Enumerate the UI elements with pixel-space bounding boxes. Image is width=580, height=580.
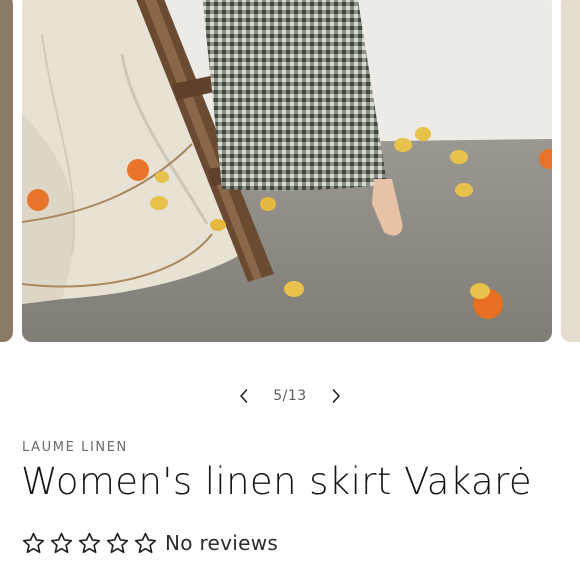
product-rating[interactable]: No reviews	[21, 528, 278, 558]
star-outline-icon	[50, 532, 73, 553]
reviews-count-link[interactable]: No reviews	[165, 531, 278, 555]
star-outline-icon	[22, 532, 45, 553]
star-outline-icon	[134, 532, 157, 553]
star-outline-icon	[106, 532, 129, 553]
star-outline-icon	[78, 532, 101, 553]
chevron-right-icon	[332, 389, 340, 403]
previous-slide-button[interactable]	[228, 380, 260, 412]
next-slide-peek[interactable]	[561, 0, 580, 342]
gallery-pagination: 5/13	[0, 380, 580, 412]
rating-stars	[21, 531, 158, 556]
next-slide-button[interactable]	[320, 380, 352, 412]
chevron-left-icon	[240, 389, 248, 403]
product-vendor: LAUME LINEN	[22, 440, 128, 455]
product-title: Women's linen skirt Vakarė	[21, 460, 533, 503]
product-image-gallery[interactable]	[0, 0, 580, 342]
product-image[interactable]	[22, 0, 552, 342]
previous-slide-peek[interactable]	[0, 0, 13, 342]
slide-counter: 5/13	[273, 388, 307, 404]
